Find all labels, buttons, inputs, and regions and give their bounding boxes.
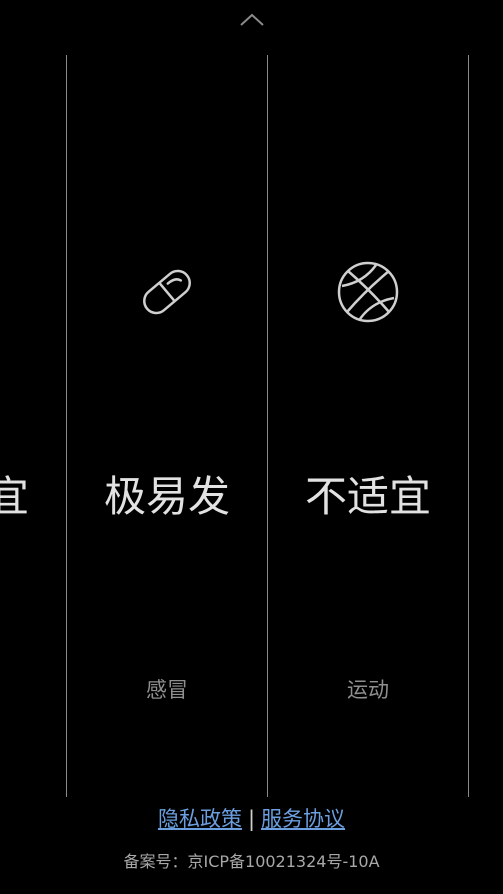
index-card[interactable]: 宜 [0,55,29,797]
index-card-sport[interactable]: 不适宜 运动 [268,55,468,797]
pill-icon [143,269,191,315]
index-card-cold[interactable]: 极易发 感冒 [67,55,267,797]
index-level-text: 不适宜 [304,472,431,521]
index-category-label: 感冒 [146,678,188,702]
index-level-text: 极易发 [103,472,230,521]
index-level-text: 宜 [0,472,29,521]
footer-links: 隐私政策 | 服务协议 [0,804,503,834]
chevron-up-icon [240,13,264,26]
index-category-label: 运动 [347,678,389,702]
column-divider [468,55,469,797]
service-agreement-link[interactable]: 服务协议 [261,807,345,831]
footer-separator: | [247,807,256,831]
basketball-icon [337,261,399,323]
icp-record-text: 备案号：京ICP备10021324号-10A [123,852,380,871]
privacy-policy-link[interactable]: 隐私政策 [158,807,242,831]
collapse-toggle-button[interactable] [236,8,268,32]
